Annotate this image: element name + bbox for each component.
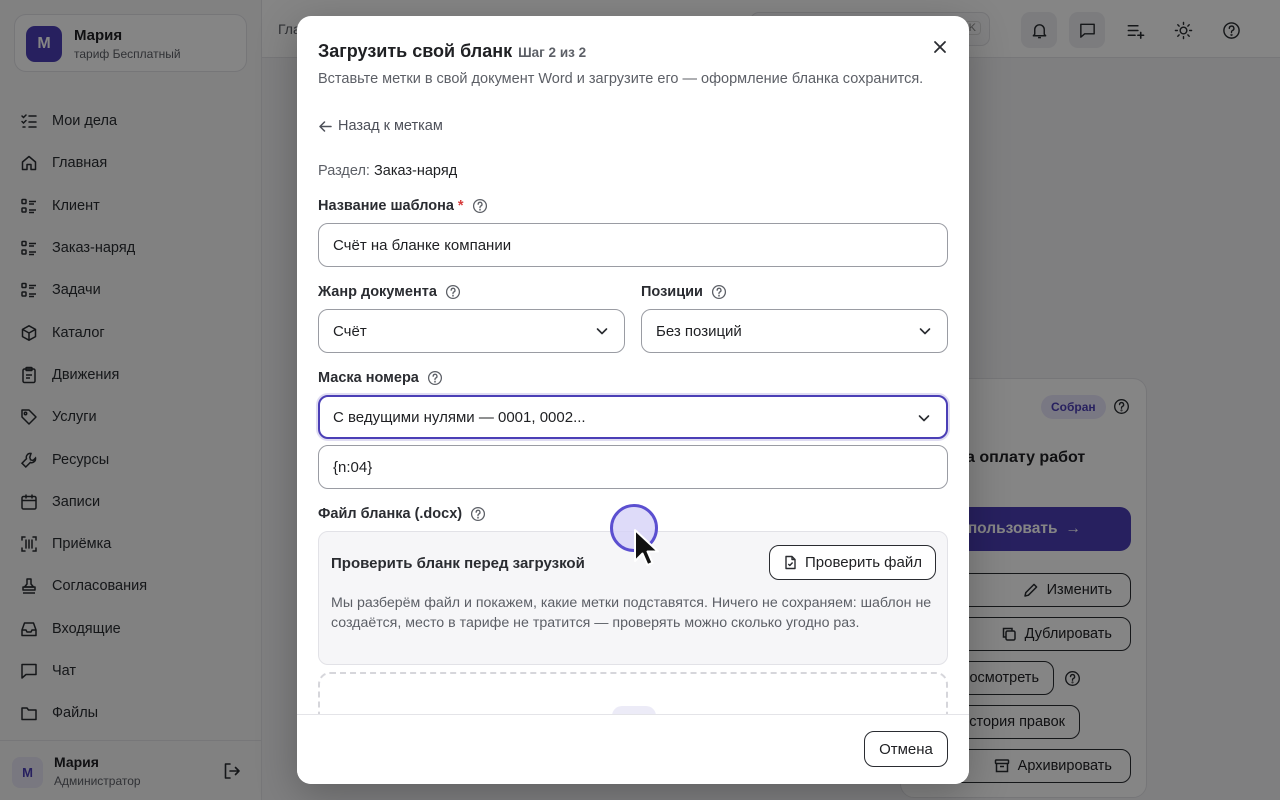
number-mask-pattern-input[interactable]: {n:04}	[318, 445, 948, 489]
genre-value: Счёт	[333, 322, 367, 340]
modal-footer: Отмена	[297, 714, 969, 784]
pre-check-description: Мы разберём файл и покажем, какие метки …	[331, 595, 932, 631]
upload-template-modal: Загрузить свой бланк Шаг 2 из 2 Вставьте …	[297, 16, 969, 784]
file-label-text: Файл бланка (.docx)	[318, 506, 463, 522]
file-check-icon	[785, 555, 796, 570]
help-icon[interactable]	[427, 370, 443, 386]
section-info: Раздел: Заказ-наряд	[318, 163, 457, 179]
check-file-label: Проверить файл	[805, 554, 922, 571]
number-mask-value: С ведущими нулями — 0001, 0002...	[333, 408, 586, 426]
modal-title: Загрузить свой бланк Шаг 2 из 2	[318, 41, 586, 62]
positions-value: Без позиций	[656, 322, 742, 340]
number-mask-label: Маска номера	[318, 370, 443, 386]
close-button[interactable]	[929, 36, 951, 58]
section-value: Заказ-наряд	[374, 163, 458, 179]
help-icon[interactable]	[445, 284, 461, 300]
genre-select[interactable]: Счёт	[318, 309, 625, 353]
positions-label: Позиции	[641, 284, 727, 300]
genre-label: Жанр документа	[318, 284, 461, 300]
number-mask-pattern: {n:04}	[333, 458, 373, 476]
file-label: Файл бланка (.docx)	[318, 506, 486, 522]
modal-title-text: Загрузить свой бланк	[318, 41, 513, 61]
positions-select[interactable]: Без позиций	[641, 309, 948, 353]
template-name-value: Счёт на бланке компании	[333, 236, 512, 254]
genre-label-text: Жанр документа	[318, 284, 437, 300]
chevron-down-icon	[918, 415, 930, 422]
template-name-input[interactable]: Счёт на бланке компании	[318, 223, 948, 267]
chevron-down-icon	[596, 328, 608, 335]
required-mark: *	[457, 198, 464, 214]
arrow-left-icon	[319, 120, 332, 132]
positions-label-text: Позиции	[641, 284, 703, 300]
check-file-button[interactable]: Проверить файл	[769, 545, 936, 580]
section-key: Раздел:	[318, 163, 370, 179]
modal-step: Шаг 2 из 2	[518, 45, 587, 60]
cancel-button[interactable]: Отмена	[864, 731, 948, 767]
modal-subtitle: Вставьте метки в свой документ Word и за…	[318, 71, 924, 87]
help-icon[interactable]	[472, 198, 488, 214]
chevron-down-icon	[919, 328, 931, 335]
pre-check-title: Проверить бланк перед загрузкой	[331, 555, 585, 572]
help-icon[interactable]	[711, 284, 727, 300]
back-to-tags-link[interactable]: Назад к меткам	[318, 118, 443, 134]
number-mask-label-text: Маска номера	[318, 370, 419, 386]
number-mask-select[interactable]: С ведущими нулями — 0001, 0002...	[318, 395, 948, 439]
help-icon[interactable]	[470, 506, 486, 522]
close-icon	[934, 41, 946, 53]
template-name-label: Название шаблона *	[318, 198, 488, 214]
template-name-label-text: Название шаблона	[318, 198, 454, 214]
cursor-icon	[634, 529, 659, 566]
back-label: Назад к меткам	[338, 118, 443, 134]
